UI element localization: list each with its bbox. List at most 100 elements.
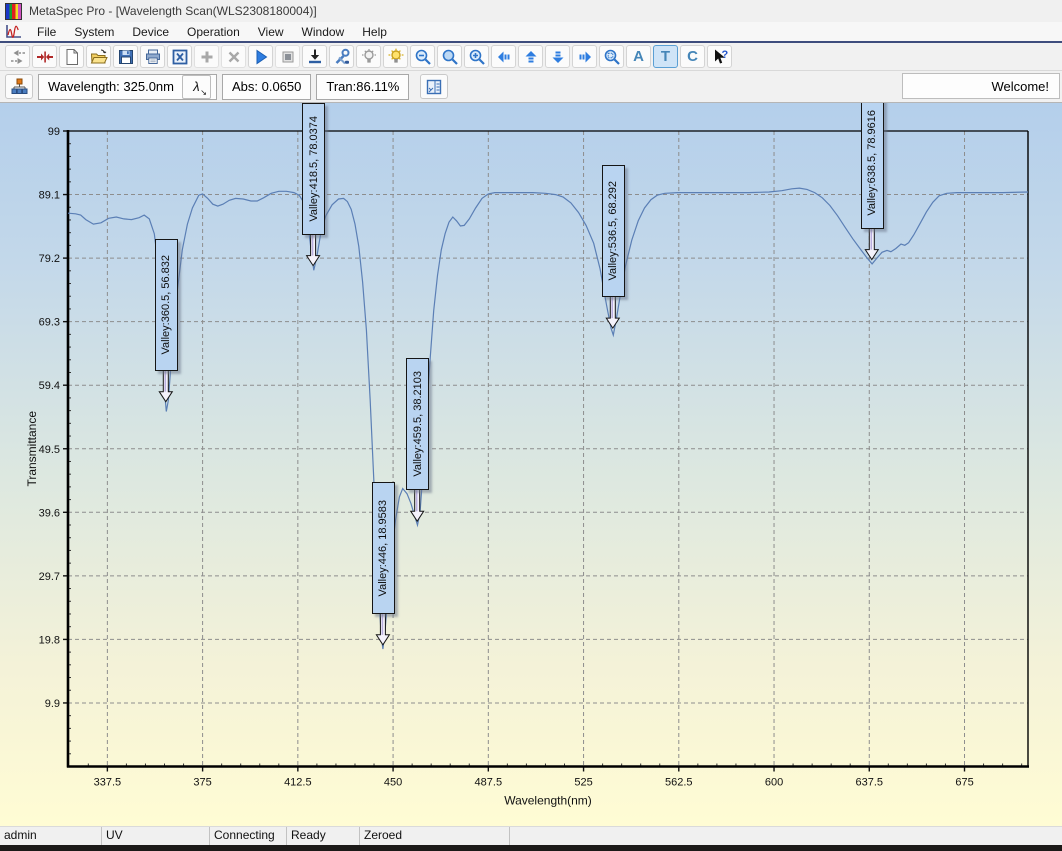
svg-text:9.9: 9.9 <box>45 698 60 710</box>
welcome-banner: Welcome! <box>902 73 1060 99</box>
baseline-button[interactable] <box>302 45 327 68</box>
mode-absorbance-button[interactable]: A <box>626 45 651 68</box>
main-toolbar: A T C? <box>0 43 1062 71</box>
lamp-off-icon <box>360 48 378 66</box>
delete-icon <box>225 48 243 66</box>
svg-text:337.5: 337.5 <box>94 777 122 789</box>
pan-down-button[interactable] <box>545 45 570 68</box>
zoom-in-button[interactable] <box>464 45 489 68</box>
add-button[interactable] <box>194 45 219 68</box>
menu-item-system[interactable]: System <box>65 23 123 41</box>
zoom-button[interactable] <box>437 45 462 68</box>
new-file-icon <box>63 48 81 66</box>
zoom-out-button[interactable] <box>410 45 435 68</box>
save-icon <box>117 48 135 66</box>
valley-annotation-text: Valley:418.5, 78.0374 <box>308 116 320 222</box>
absorbance-readout: Abs: 0.0650 <box>222 74 311 100</box>
lamp-on-icon <box>387 48 405 66</box>
zoom-region-icon <box>603 48 621 66</box>
svg-text:79.2: 79.2 <box>39 253 60 265</box>
new-file-button[interactable] <box>59 45 84 68</box>
svg-text:59.4: 59.4 <box>39 380 60 392</box>
status-bar: adminUVConnectingReadyZeroed <box>0 826 1062 845</box>
transmittance-readout: Tran:86.11% <box>316 74 409 100</box>
svg-text:600: 600 <box>765 777 783 789</box>
arrow-down-icon <box>549 48 567 66</box>
valley-annotation: Valley:446, 18.9583 <box>372 482 395 614</box>
help-icon: ? <box>711 48 729 66</box>
svg-text:99: 99 <box>48 126 60 138</box>
menu-item-window[interactable]: Window <box>293 23 354 41</box>
letter-a-glyph: A <box>633 49 644 64</box>
report-panel-button[interactable] <box>420 74 448 99</box>
save-button[interactable] <box>113 45 138 68</box>
menu-item-operation[interactable]: Operation <box>178 23 249 41</box>
title-bar: MetaSpec Pro - [Wavelength Scan(WLS23081… <box>0 0 1062 22</box>
window-bottom-edge <box>0 845 1062 851</box>
menu-item-view[interactable]: View <box>249 23 293 41</box>
status-panel-admin: admin <box>0 827 102 845</box>
svg-text:487.5: 487.5 <box>475 777 503 789</box>
svg-text:89.1: 89.1 <box>39 190 60 202</box>
dock-button[interactable] <box>5 45 30 68</box>
svg-text:49.5: 49.5 <box>39 444 60 456</box>
menu-item-file[interactable]: File <box>28 23 65 41</box>
status-panel-uv: UV <box>102 827 210 845</box>
add-icon <box>198 48 216 66</box>
valley-annotation-text: Valley:638.5, 78.9616 <box>866 110 878 216</box>
lamp-d2-button[interactable] <box>356 45 381 68</box>
open-folder-icon <box>90 48 108 66</box>
valley-annotation-text: Valley:459.5, 38.2103 <box>412 371 424 477</box>
print-button[interactable] <box>140 45 165 68</box>
svg-text:637.5: 637.5 <box>856 777 884 789</box>
menu-item-help[interactable]: Help <box>353 23 396 41</box>
arrow-left-icon <box>495 48 513 66</box>
svg-text:29.7: 29.7 <box>39 571 60 583</box>
baseline-icon <box>306 48 324 66</box>
valley-annotation: Valley:536.5, 68.292 <box>602 165 625 297</box>
pan-left-button[interactable] <box>491 45 516 68</box>
export-excel-button[interactable] <box>167 45 192 68</box>
open-file-button[interactable] <box>86 45 111 68</box>
dock-arrows-icon <box>9 48 27 66</box>
mode-transmittance-button[interactable]: T <box>653 45 678 68</box>
letter-t-glyph: T <box>661 49 670 64</box>
pan-right-button[interactable] <box>572 45 597 68</box>
settings-button[interactable] <box>329 45 354 68</box>
readout-bar: Wavelength: 325.0nm λ↘ Abs: 0.0650 Tran:… <box>0 71 1062 103</box>
merge-arrows-icon <box>36 48 54 66</box>
svg-text:675: 675 <box>955 777 973 789</box>
play-icon <box>252 48 270 66</box>
goto-wavelength-button[interactable]: λ↘ <box>182 75 211 99</box>
excel-icon <box>171 48 189 66</box>
y-axis-title: Transmittance <box>25 411 39 487</box>
letter-c-glyph: C <box>687 49 698 64</box>
stop-icon <box>279 48 297 66</box>
spectrum-plot-canvas: 9.919.829.739.649.559.469.379.289.199337… <box>0 103 1062 826</box>
context-help-button[interactable]: ? <box>707 45 732 68</box>
wavelength-readout: Wavelength: 325.0nm λ↘ <box>38 74 217 100</box>
menu-item-device[interactable]: Device <box>123 23 178 41</box>
lamp-w-button[interactable] <box>383 45 408 68</box>
svg-text:375: 375 <box>193 777 211 789</box>
spectrum-icon <box>4 24 24 39</box>
start-scan-button[interactable] <box>248 45 273 68</box>
arrow-up-icon <box>522 48 540 66</box>
valley-annotation-text: Valley:360.5, 56.832 <box>160 255 172 354</box>
valley-annotation: Valley:360.5, 56.832 <box>155 239 178 371</box>
mode-concentration-button[interactable]: C <box>680 45 705 68</box>
device-tree-button[interactable] <box>5 74 33 99</box>
arrow-right-icon <box>576 48 594 66</box>
spectrum-chart[interactable]: 9.919.829.739.649.559.469.379.289.199337… <box>0 103 1062 826</box>
stop-scan-button[interactable] <box>275 45 300 68</box>
merge-button[interactable] <box>32 45 57 68</box>
menu-bar: FileSystemDeviceOperationViewWindowHelp <box>0 22 1062 41</box>
zoom-region-button[interactable] <box>599 45 624 68</box>
valley-annotation-text: Valley:536.5, 68.292 <box>607 181 619 280</box>
zoom-out-icon <box>414 48 432 66</box>
pan-up-button[interactable] <box>518 45 543 68</box>
delete-button[interactable] <box>221 45 246 68</box>
svg-text:412.5: 412.5 <box>284 777 312 789</box>
svg-text:?: ? <box>721 49 728 61</box>
spectrum-curve <box>68 188 1028 649</box>
